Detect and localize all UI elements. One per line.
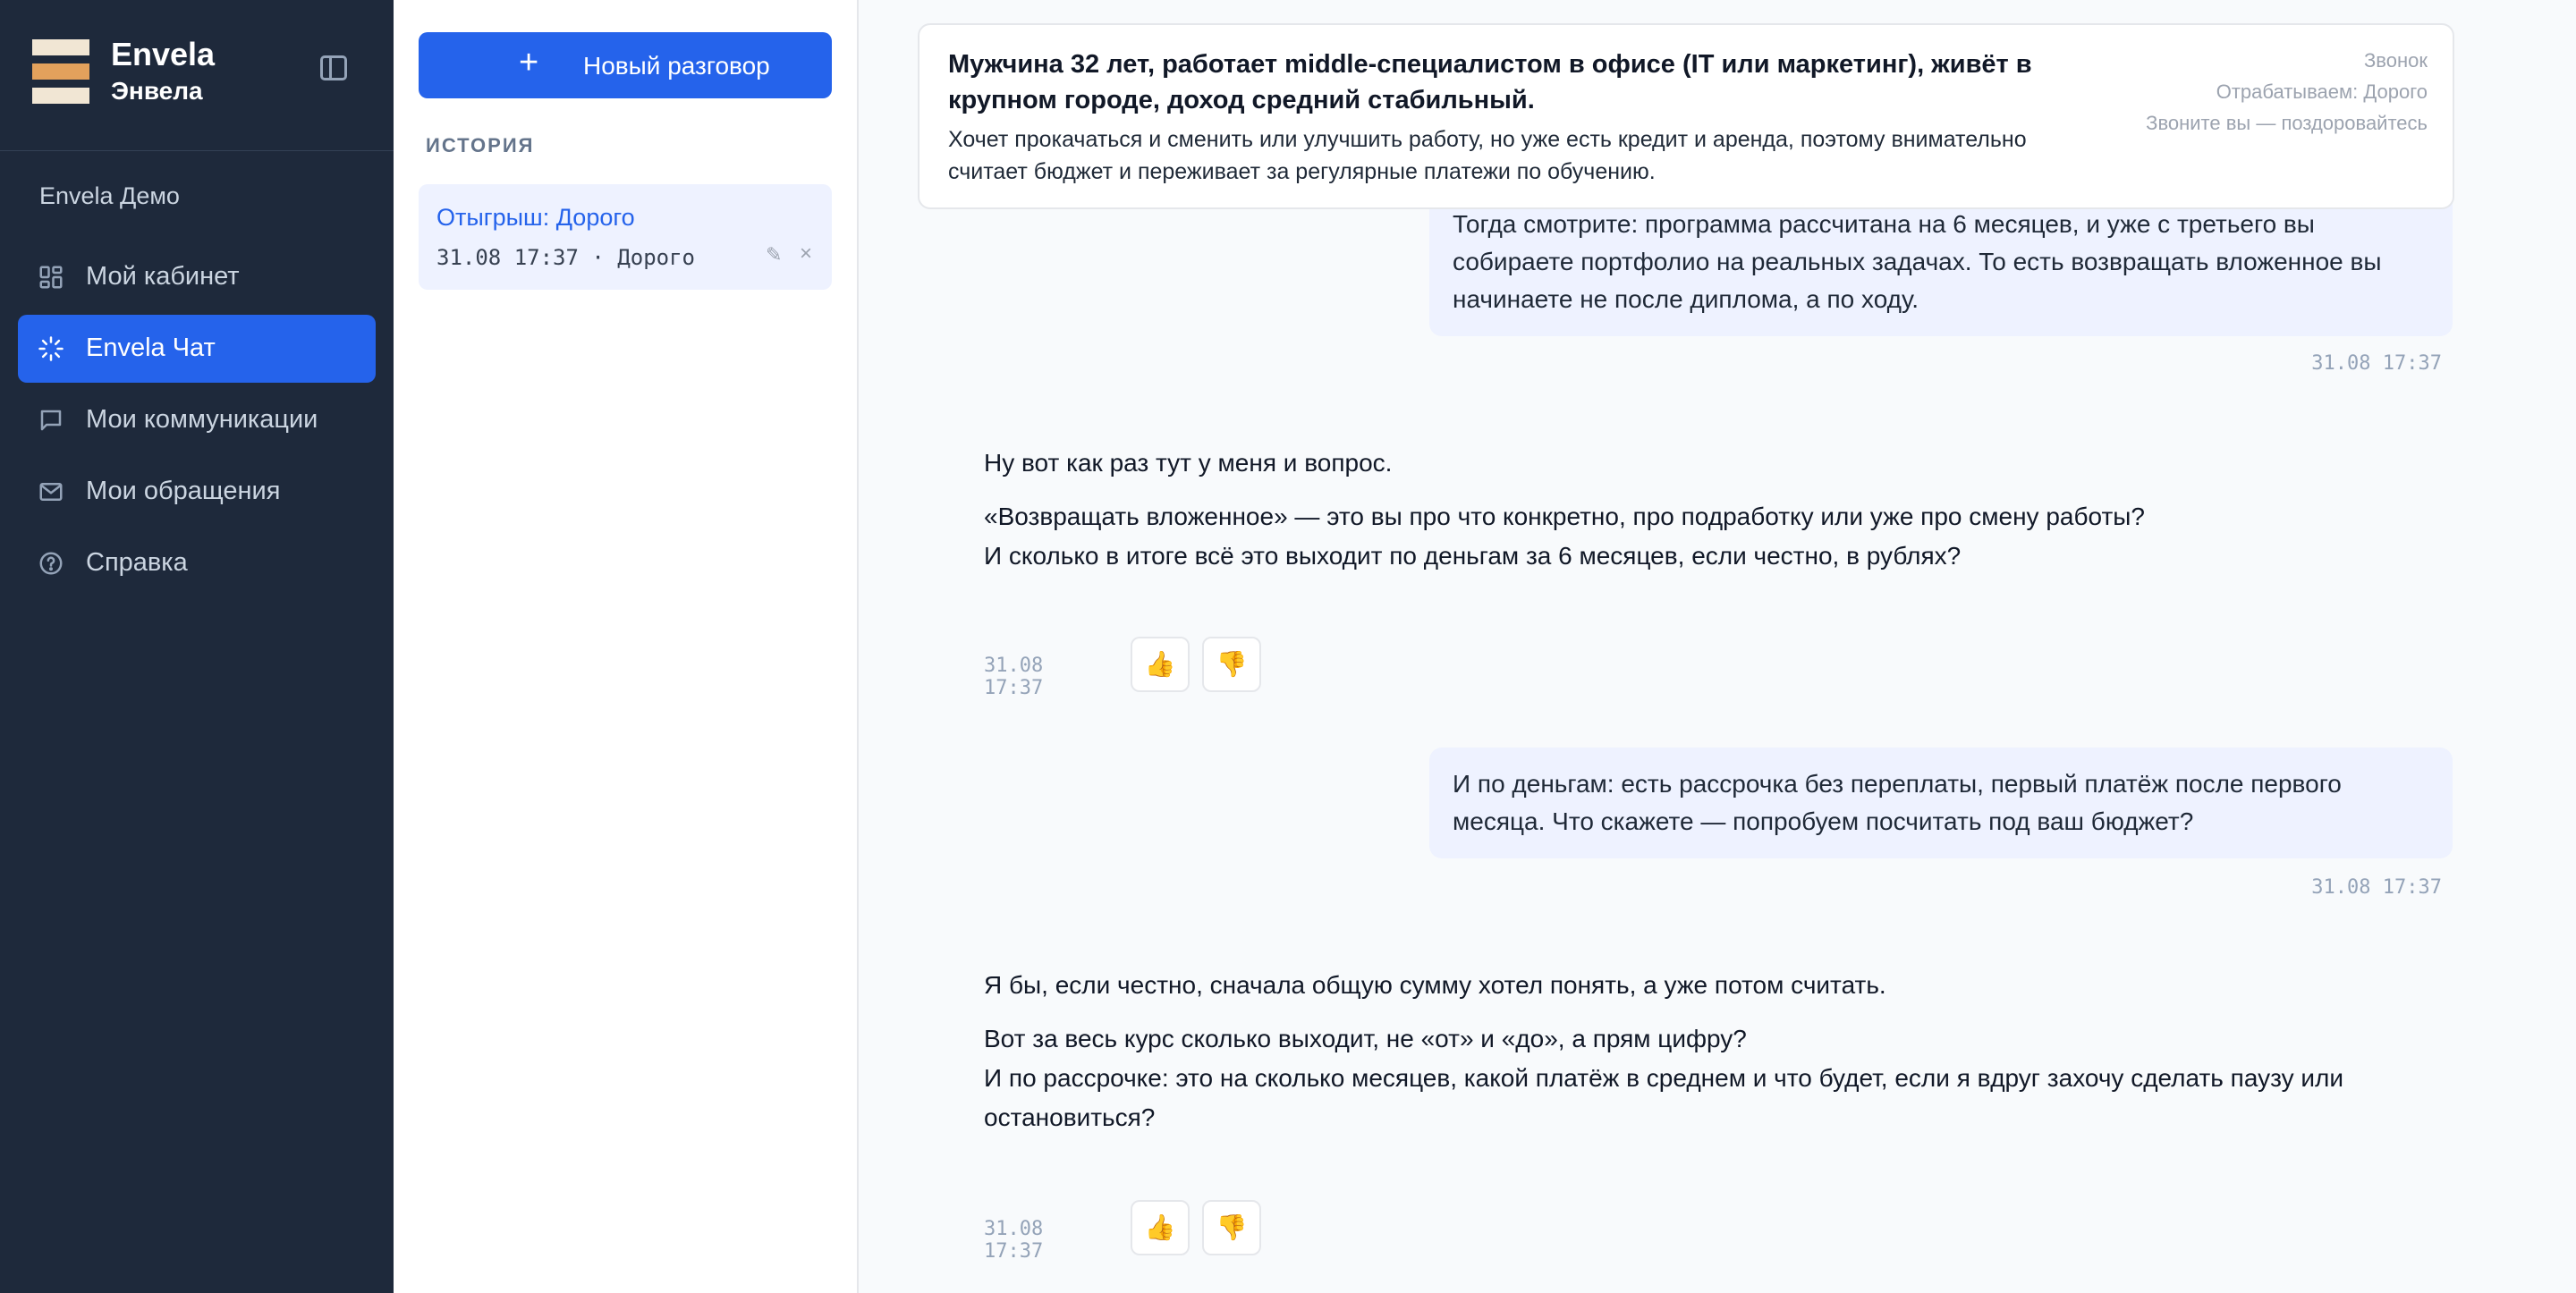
mail-icon — [39, 483, 63, 501]
pencil-icon[interactable]: ✎ — [766, 243, 782, 266]
sidebar-menu: Мой кабинет Envela Чат Мои коммуникации … — [18, 243, 376, 601]
history-title: ИСТОРИЯ — [426, 134, 535, 156]
brand-name: Envela — [111, 36, 216, 72]
message-time: 31.08 17:37 — [2311, 876, 2442, 899]
sidebar-item-label: Envela Чат — [86, 334, 216, 362]
sidebar-item-label: Справка — [86, 548, 188, 577]
bot-message-paragraph: Вот за весь курс сколько выходит, не «от… — [984, 1025, 2344, 1131]
chat-bubble-icon — [40, 410, 62, 431]
history-panel: + Новый разговор ИСТОРИЯ Отыгрыш: Дорого… — [394, 0, 859, 1293]
bot-message-paragraph: «Возвращать вложенное» — это вы про что … — [984, 503, 2145, 570]
help-circle-icon — [39, 552, 63, 575]
bot-message: Я бы, если честно, сначала общую сумму х… — [984, 966, 2379, 1152]
bot-message-paragraph: Ну вот как раз тут у меня и вопрос. — [984, 449, 1393, 477]
sidebar-item-help[interactable]: Справка — [18, 529, 376, 597]
conversation-item[interactable]: Отыгрыш: Дорого 31.08 17:37 · Дорого ✎ × — [419, 184, 832, 290]
brand-subtitle: Энвела — [111, 77, 203, 105]
objection-label: Отрабатываем: Дорого — [2216, 80, 2428, 103]
brand-header: Envela Энвела — [0, 0, 394, 151]
call-hint-label: Звоните вы — поздоровайтесь — [2146, 112, 2428, 134]
plus-icon: + — [519, 44, 539, 81]
call-type-label: Звонок — [2364, 49, 2428, 72]
message-time: 31.08 17:37 — [2311, 352, 2442, 375]
user-message: И по деньгам: есть рассрочка без перепла… — [1429, 748, 2453, 858]
thumbs-down-icon[interactable]: 👎 — [1202, 1200, 1261, 1255]
new-conversation-button[interactable]: + Новый разговор — [419, 32, 832, 98]
brand-logo — [32, 39, 89, 104]
chat-area: Мужчина 32 лет, работает middle-специали… — [859, 0, 2576, 1293]
message-time: 31.08 17:37 — [984, 655, 1044, 699]
bot-message: Ну вот как раз тут у меня и вопрос. «Воз… — [984, 444, 2379, 590]
dashboard-icon — [39, 266, 63, 289]
sidebar-item-label: Мои коммуникации — [86, 405, 318, 434]
message-time: 31.08 17:37 — [984, 1218, 1044, 1263]
sidebar-item-requests[interactable]: Мои обращения — [18, 458, 376, 526]
sidebar-item-chat[interactable]: Envela Чат — [18, 315, 376, 383]
close-icon[interactable]: × — [800, 241, 812, 266]
sidebar-toggle-icon[interactable] — [320, 55, 347, 80]
sidebar-item-label: Мой кабинет — [86, 262, 240, 291]
sidebar-item-label: Мои обращения — [86, 477, 281, 505]
conversation-meta: 31.08 17:37 · Дорого — [436, 245, 695, 270]
conversation-title: Отыгрыш: Дорого — [436, 204, 635, 231]
thumbs-down-icon[interactable]: 👎 — [1202, 637, 1261, 692]
new-conversation-label: Новый разговор — [583, 52, 770, 80]
thumbs-up-icon[interactable]: 👍 — [1131, 637, 1190, 692]
persona-card: Мужчина 32 лет, работает middle-специали… — [918, 23, 2454, 209]
sidebar-item-cabinet[interactable]: Мой кабинет — [18, 243, 376, 311]
sidebar-item-communications[interactable]: Мои коммуникации — [18, 386, 376, 454]
bot-message-paragraph: Я бы, если честно, сначала общую сумму х… — [984, 971, 1886, 999]
persona-meta: Звонок Отрабатываем: Дорого Звоните вы —… — [2146, 45, 2428, 139]
loader-icon — [38, 336, 64, 361]
main-sidebar: Envela Энвела Envela Демо Мой кабинет En… — [0, 0, 394, 1293]
persona-title: Мужчина 32 лет, работает middle-специали… — [948, 50, 2032, 114]
workspace-name: Envela Демо — [39, 182, 180, 209]
thumbs-up-icon[interactable]: 👍 — [1131, 1200, 1190, 1255]
user-message: Тогда смотрите: программа рассчитана на … — [1429, 188, 2453, 336]
persona-description: Хочет прокачаться и сменить или улучшить… — [948, 127, 2027, 184]
